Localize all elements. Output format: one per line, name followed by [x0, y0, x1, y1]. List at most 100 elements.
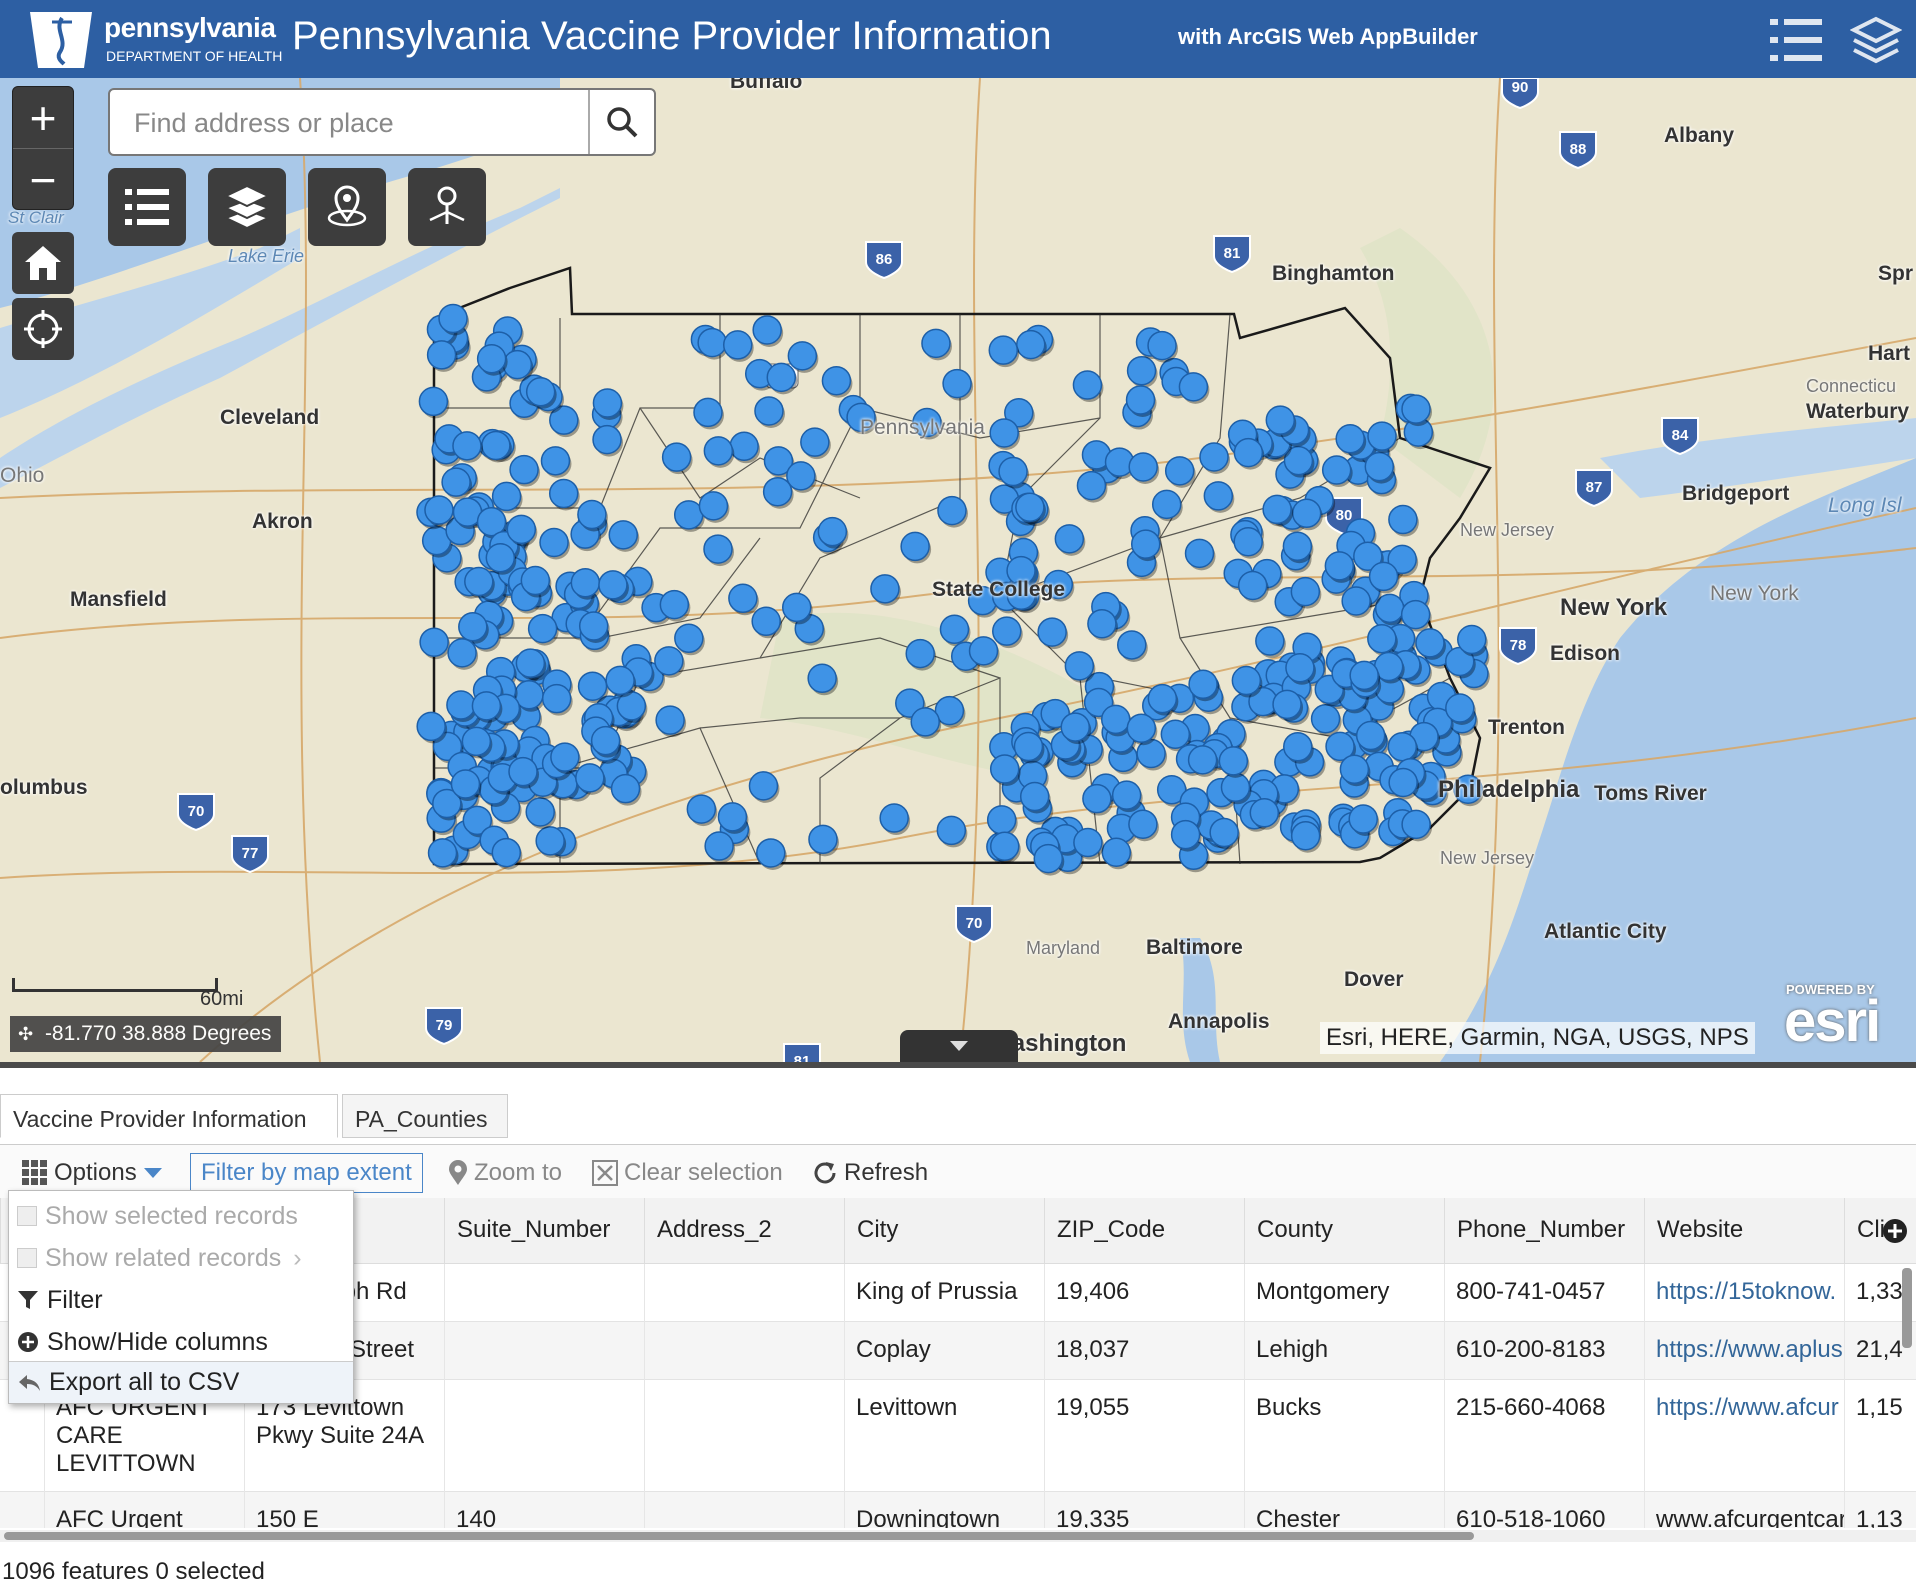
- provider-marker[interactable]: [754, 396, 784, 426]
- provider-marker[interactable]: [879, 803, 909, 833]
- provider-marker[interactable]: [748, 771, 779, 801]
- scrollbar-thumb[interactable]: [4, 1532, 1474, 1540]
- provider-marker[interactable]: [1082, 783, 1112, 814]
- menu-item-show-hide-columns[interactable]: Show/Hide columns: [9, 1321, 353, 1363]
- esri-logo[interactable]: POWERED BY esri: [1784, 982, 1881, 1055]
- provider-marker[interactable]: [989, 754, 1020, 784]
- provider-marker[interactable]: [1291, 498, 1322, 529]
- provider-marker[interactable]: [1073, 827, 1103, 858]
- provider-marker[interactable]: [921, 328, 951, 359]
- refresh-button[interactable]: Refresh: [812, 1153, 928, 1193]
- provider-marker[interactable]: [1016, 329, 1046, 360]
- column-header-zip-code[interactable]: ZIP_Code: [1044, 1198, 1244, 1264]
- provider-marker[interactable]: [766, 362, 797, 393]
- provider-marker[interactable]: [426, 340, 457, 370]
- column-header-address-2[interactable]: Address_2: [644, 1198, 844, 1264]
- provider-marker[interactable]: [939, 614, 970, 645]
- provider-marker[interactable]: [751, 606, 781, 637]
- provider-marker[interactable]: [1415, 628, 1445, 658]
- provider-marker[interactable]: [1147, 683, 1178, 714]
- provider-marker[interactable]: [1367, 421, 1397, 451]
- provider-marker[interactable]: [1111, 780, 1142, 810]
- provider-marker[interactable]: [605, 665, 635, 696]
- provider-marker[interactable]: [807, 663, 837, 694]
- provider-marker[interactable]: [1290, 820, 1321, 851]
- provider-marker[interactable]: [1147, 330, 1177, 361]
- provider-marker[interactable]: [1364, 451, 1395, 482]
- provider-marker[interactable]: [1237, 570, 1268, 601]
- provider-marker[interactable]: [506, 514, 537, 545]
- panel-toggle-button[interactable]: [900, 1030, 1018, 1062]
- provider-marker[interactable]: [471, 691, 502, 721]
- provider-marker[interactable]: [1087, 608, 1117, 639]
- map-view[interactable]: 81 86 88 84 87 78 70 77 70 79 81 90 80 6…: [0, 78, 1916, 1062]
- home-button[interactable]: [12, 232, 74, 294]
- provider-marker[interactable]: [481, 430, 511, 461]
- provider-marker[interactable]: [942, 368, 972, 399]
- provider-marker[interactable]: [1072, 370, 1103, 400]
- coordinate-readout[interactable]: ✣ -81.770 38.888 Degrees: [10, 1016, 282, 1052]
- provider-marker[interactable]: [989, 831, 1020, 862]
- provider-marker[interactable]: [1125, 385, 1156, 415]
- provider-marker[interactable]: [800, 427, 830, 457]
- provider-marker[interactable]: [1170, 819, 1201, 850]
- provider-marker[interactable]: [525, 377, 556, 407]
- provider-marker[interactable]: [508, 756, 538, 787]
- provider-marker[interactable]: [438, 303, 468, 334]
- provider-marker[interactable]: [1054, 524, 1085, 554]
- menu-item-filter[interactable]: Filter: [9, 1279, 353, 1321]
- provider-marker[interactable]: [1160, 719, 1191, 750]
- provider-marker[interactable]: [1233, 437, 1264, 468]
- provider-marker[interactable]: [1209, 817, 1239, 848]
- provider-marker[interactable]: [1272, 689, 1302, 720]
- provider-marker[interactable]: [540, 446, 571, 476]
- provider-marker[interactable]: [550, 742, 580, 772]
- provider-marker[interactable]: [936, 815, 967, 846]
- vertical-scrollbar[interactable]: [1902, 1268, 1912, 1348]
- provider-marker[interactable]: [686, 794, 717, 824]
- legend-list-button[interactable]: [1766, 12, 1826, 68]
- provider-marker[interactable]: [1117, 630, 1147, 660]
- provider-marker[interactable]: [520, 565, 551, 596]
- provider-marker[interactable]: [1401, 809, 1431, 840]
- provider-marker[interactable]: [548, 478, 579, 509]
- provider-marker[interactable]: [535, 826, 565, 856]
- provider-marker[interactable]: [703, 534, 733, 564]
- provider-marker[interactable]: [1282, 531, 1313, 561]
- provider-marker[interactable]: [1060, 712, 1091, 742]
- provider-marker[interactable]: [491, 481, 522, 512]
- provider-marker[interactable]: [808, 824, 838, 855]
- provider-marker[interactable]: [821, 365, 852, 396]
- provider-marker[interactable]: [447, 638, 477, 668]
- column-header-phone-number[interactable]: Phone_Number: [1444, 1198, 1644, 1264]
- provider-marker[interactable]: [781, 592, 812, 623]
- provider-marker[interactable]: [703, 436, 734, 466]
- provider-marker[interactable]: [1335, 423, 1365, 454]
- cell-website-link[interactable]: https://15toknow.: [1644, 1264, 1844, 1320]
- column-header-website[interactable]: Website: [1644, 1198, 1844, 1264]
- provider-marker[interactable]: [1262, 494, 1292, 525]
- provider-marker[interactable]: [1233, 526, 1263, 557]
- provider-marker[interactable]: [674, 623, 704, 654]
- provider-marker[interactable]: [1349, 660, 1379, 691]
- provider-marker[interactable]: [608, 520, 639, 550]
- search-box[interactable]: Find address or place: [108, 88, 656, 156]
- tab-vaccine-provider-information[interactable]: Vaccine Provider Information: [0, 1094, 338, 1138]
- provider-marker[interactable]: [998, 456, 1028, 487]
- provider-marker[interactable]: [752, 315, 782, 345]
- provider-marker[interactable]: [419, 627, 449, 657]
- provider-marker[interactable]: [762, 476, 793, 507]
- provider-marker[interactable]: [1368, 561, 1399, 592]
- provider-marker[interactable]: [441, 467, 471, 497]
- provider-marker[interactable]: [1445, 693, 1475, 723]
- provider-marker[interactable]: [1126, 713, 1157, 743]
- provider-marker[interactable]: [905, 638, 935, 669]
- provider-marker[interactable]: [592, 424, 622, 455]
- provider-marker[interactable]: [1184, 538, 1215, 569]
- provider-marker[interactable]: [673, 500, 704, 530]
- provider-marker[interactable]: [1388, 504, 1418, 535]
- provider-marker[interactable]: [527, 613, 558, 644]
- provider-marker[interactable]: [1387, 731, 1418, 762]
- provider-marker[interactable]: [515, 648, 546, 678]
- provider-marker[interactable]: [1400, 599, 1431, 630]
